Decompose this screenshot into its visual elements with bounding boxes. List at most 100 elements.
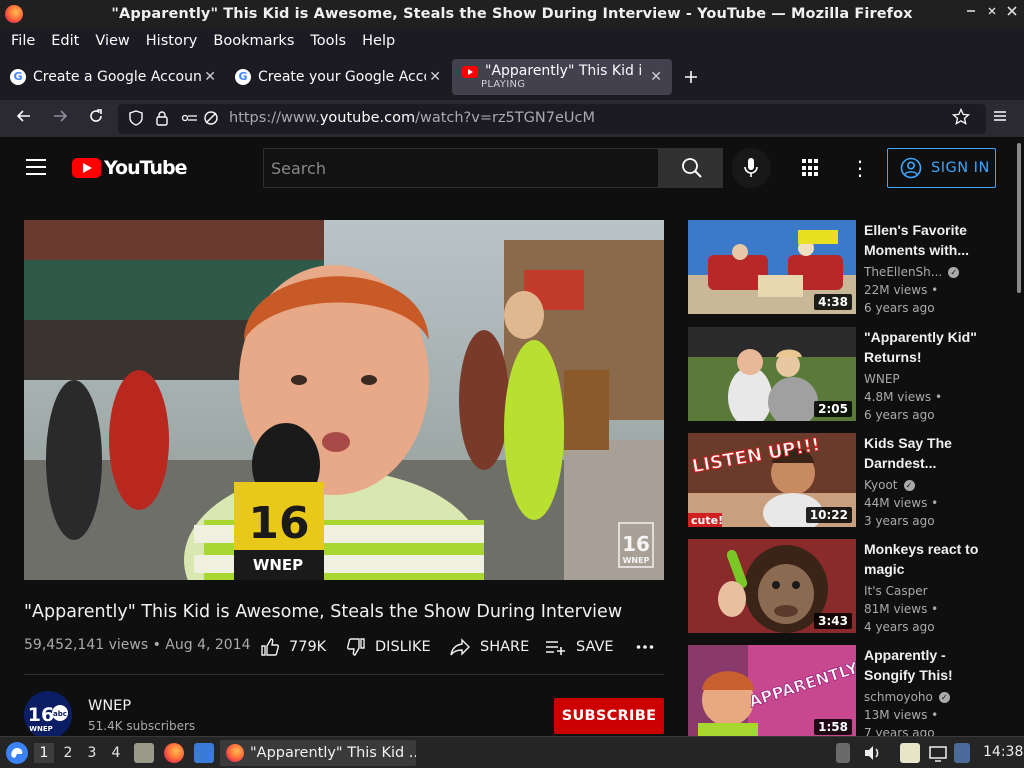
search-input[interactable] xyxy=(264,149,658,187)
recommended-video[interactable]: LISTEN UP!!! cute! 10:22 Kids Say The Da… xyxy=(688,433,1008,529)
subscribe-button[interactable]: SUBSCRIBE xyxy=(554,698,664,734)
start-menu-icon[interactable] xyxy=(6,742,28,764)
youtube-logo[interactable]: YouTube xyxy=(72,157,187,179)
view-count: 4.8M views • xyxy=(864,390,943,404)
page-scrollbar[interactable] xyxy=(1014,139,1024,736)
workspace-4[interactable]: 4 xyxy=(106,743,126,763)
shield-icon[interactable] xyxy=(127,110,145,128)
search-box xyxy=(263,148,659,188)
tab-playing-label: PLAYING xyxy=(481,79,526,90)
more-horizontal-icon xyxy=(636,645,654,649)
file-manager-icon[interactable] xyxy=(134,743,154,763)
tray-scroll-icon[interactable] xyxy=(836,743,850,763)
like-count: 779K xyxy=(289,639,327,655)
channel-name[interactable]: It's Casper xyxy=(864,584,928,598)
tab-close-icon[interactable]: ✕ xyxy=(204,69,216,85)
tab-youtube-video[interactable]: "Apparently" This Kid is Awesome PLAYING… xyxy=(452,59,672,95)
recommended-video[interactable]: 3:43 Monkeys react to magic It's Casper … xyxy=(688,539,1008,635)
video-thumbnail[interactable]: 3:43 xyxy=(688,539,856,633)
video-title[interactable]: Kids Say The Darndest... xyxy=(864,433,984,473)
menu-edit[interactable]: Edit xyxy=(43,29,87,54)
dislike-button[interactable]: DISLIKE xyxy=(346,636,431,658)
wnep-logo: 16 abc WNEP xyxy=(24,691,72,736)
menu-history[interactable]: History xyxy=(138,29,206,54)
channel-name[interactable]: schmoyoho ✓ xyxy=(864,690,950,704)
like-button[interactable]: 779K xyxy=(260,636,326,658)
new-tab-button[interactable] xyxy=(684,65,698,90)
back-button[interactable] xyxy=(13,108,35,130)
video-thumbnail[interactable]: 4:38 xyxy=(688,220,856,314)
more-actions-button[interactable] xyxy=(636,636,663,658)
channel-name[interactable]: WNEP xyxy=(88,698,131,714)
taskbar-firefox-window[interactable]: "Apparently" This Kid ... xyxy=(220,740,416,766)
youtube-page: YouTube ⋮ SIGN IN xyxy=(0,139,1014,736)
save-button[interactable]: SAVE xyxy=(545,636,614,658)
sign-in-label: SIGN IN xyxy=(931,160,990,176)
clipboard-icon[interactable] xyxy=(900,743,920,763)
maximize-icon[interactable] xyxy=(983,5,1001,23)
workspace-2[interactable]: 2 xyxy=(58,743,78,763)
video-title[interactable]: Apparently - Songify This! xyxy=(864,645,984,685)
autoplay-blocked-icon[interactable] xyxy=(202,110,220,128)
tab-close-icon[interactable]: ✕ xyxy=(650,69,662,85)
reload-button[interactable] xyxy=(85,108,107,130)
forward-button[interactable] xyxy=(49,108,71,130)
youtube-icon xyxy=(462,66,478,78)
search-button[interactable] xyxy=(659,148,723,188)
volume-icon[interactable] xyxy=(862,743,882,763)
notification-icon[interactable] xyxy=(954,743,970,763)
minimize-icon[interactable] xyxy=(962,5,980,23)
url-text[interactable]: https://www.youtube.com/watch?v=rz5TGN7e… xyxy=(229,110,595,126)
share-button[interactable]: SHARE xyxy=(449,636,529,658)
share-icon xyxy=(450,638,470,656)
voice-search-button[interactable] xyxy=(731,148,771,188)
menu-view[interactable]: View xyxy=(87,29,137,54)
menu-bookmarks[interactable]: Bookmarks xyxy=(205,29,302,54)
video-thumbnail[interactable]: APPARENTLY 1:58 xyxy=(688,645,856,736)
apps-grid-icon[interactable] xyxy=(802,159,820,177)
video-thumbnail[interactable]: 2:05 xyxy=(688,327,856,421)
channel-name-text: TheEllenSh... xyxy=(864,265,943,279)
channel-name[interactable]: WNEP xyxy=(864,372,900,386)
lock-icon[interactable] xyxy=(153,110,171,128)
url-bar[interactable]: https://www.youtube.com/watch?v=rz5TGN7e… xyxy=(118,104,986,134)
recommended-video[interactable]: 4:38 Ellen's Favorite Moments with... Th… xyxy=(688,220,1008,316)
tab-strip: Create a Google Account ✕ Create your Go… xyxy=(0,54,1024,100)
tab-create-your-google-account[interactable]: Create your Google Account ✕ xyxy=(225,59,449,95)
menu-tools[interactable]: Tools xyxy=(302,29,354,54)
network-icon[interactable] xyxy=(928,743,948,763)
recommended-video[interactable]: APPARENTLY 1:58 Apparently - Songify Thi… xyxy=(688,645,1008,736)
avatar-network: abc xyxy=(53,710,67,718)
workspace-3[interactable]: 3 xyxy=(82,743,102,763)
more-options-icon[interactable]: ⋮ xyxy=(850,157,870,179)
desktop-icon[interactable] xyxy=(194,743,214,763)
video-title[interactable]: Ellen's Favorite Moments with... xyxy=(864,220,984,260)
video-title[interactable]: "Apparently Kid" Returns! xyxy=(864,327,984,367)
video-title[interactable]: Monkeys react to magic xyxy=(864,539,984,579)
tab-close-icon[interactable]: ✕ xyxy=(429,69,441,85)
channel-avatar[interactable]: 16 abc WNEP xyxy=(24,691,72,736)
scrollbar-thumb[interactable] xyxy=(1017,143,1021,293)
guide-menu-icon[interactable] xyxy=(26,159,46,175)
recommended-video[interactable]: 2:05 "Apparently Kid" Returns! WNEP 4.8M… xyxy=(688,327,1008,423)
video-player[interactable]: 16 WNEP 16 WNEP xyxy=(24,220,664,580)
section-divider xyxy=(24,674,664,675)
tab-create-google-account[interactable]: Create a Google Account ✕ xyxy=(0,59,224,95)
menu-file[interactable]: File xyxy=(3,29,43,54)
channel-name[interactable]: Kyoot ✓ xyxy=(864,478,915,492)
view-count: 81M views • xyxy=(864,602,939,616)
sign-in-button[interactable]: SIGN IN xyxy=(887,148,996,188)
permissions-icon[interactable] xyxy=(181,110,199,128)
verified-check-icon: ✓ xyxy=(938,691,950,703)
video-thumbnail[interactable]: LISTEN UP!!! cute! 10:22 xyxy=(688,433,856,527)
avatar-number: 16 xyxy=(28,704,54,726)
channel-name[interactable]: TheEllenSh... ✓ xyxy=(864,265,960,279)
hamburger-menu-icon[interactable] xyxy=(989,108,1011,130)
bookmark-star-icon[interactable] xyxy=(950,107,972,130)
video-duration: 1:58 xyxy=(814,719,852,735)
video-title: "Apparently" This Kid is Awesome, Steals… xyxy=(24,602,623,622)
menu-help[interactable]: Help xyxy=(354,29,403,54)
workspace-1[interactable]: 1 xyxy=(34,743,54,763)
firefox-launcher-icon[interactable] xyxy=(164,743,184,763)
close-icon[interactable] xyxy=(1003,5,1021,23)
